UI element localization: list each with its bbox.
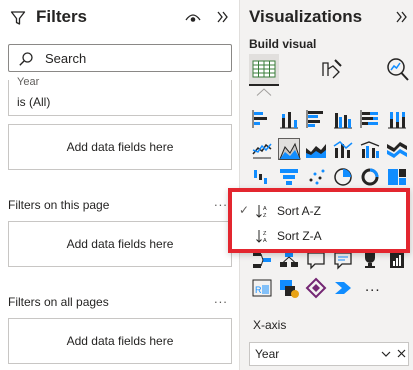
add-data-fields-label: Add data fields here	[66, 334, 174, 348]
chevron-down-icon[interactable]	[381, 350, 391, 358]
svg-text:A: A	[263, 206, 267, 212]
svg-text:Z: Z	[263, 231, 267, 237]
sort-a-z-label: Sort A-Z	[277, 204, 322, 218]
sort-a-z-menu-item[interactable]: ✓ A Z Sort A-Z	[232, 199, 406, 223]
format-visual-tab[interactable]	[317, 54, 347, 84]
checkmark-icon: ✓	[239, 203, 250, 217]
xaxis-year-field[interactable]: Year	[249, 342, 409, 366]
funnel-chart-icon[interactable]	[278, 166, 300, 188]
analytics-tab[interactable]	[381, 54, 411, 84]
100-stacked-column-chart-icon[interactable]	[386, 108, 408, 130]
line-and-clustered-column-icon[interactable]	[359, 138, 381, 160]
sort-context-menu: ✓ A Z Sort A-Z Z A Sort Z-A	[228, 188, 410, 253]
build-visual-label: Build visual	[249, 37, 317, 51]
donut-chart-icon[interactable]	[359, 166, 381, 188]
add-data-fields-label: Add data fields here	[66, 140, 174, 154]
table-fields-icon	[252, 60, 276, 78]
100-stacked-bar-chart-icon[interactable]	[359, 108, 381, 130]
filter-funnel-icon	[10, 11, 26, 25]
svg-text:Z: Z	[263, 213, 267, 218]
visibility-eye-icon[interactable]	[185, 12, 201, 24]
page-filters-more-button[interactable]: ...	[214, 194, 228, 209]
filters-on-this-page-label: Filters on this page	[8, 198, 110, 212]
sort-z-a-menu-item[interactable]: Z A Sort Z-A	[232, 224, 406, 248]
all-pages-filters-more-button[interactable]: ...	[214, 291, 228, 306]
add-data-fields-visual[interactable]: Add data fields here	[8, 124, 232, 170]
year-filter-card[interactable]: Year is (All)	[8, 76, 232, 116]
filters-header: Filters	[0, 0, 239, 36]
caret-up-icon	[256, 88, 272, 96]
r-visual-icon[interactable]: R	[251, 277, 273, 299]
xaxis-field-name: Year	[255, 347, 280, 361]
collapse-filters-icon[interactable]	[216, 10, 230, 24]
clustered-column-chart-icon[interactable]	[332, 108, 354, 130]
visualizations-pane: Visualizations Build visual R ... X-axis…	[240, 0, 413, 370]
sort-descending-icon: Z A	[256, 230, 267, 243]
filters-title: Filters	[36, 7, 88, 26]
sort-ascending-icon: A Z	[256, 205, 267, 218]
close-icon[interactable]	[397, 349, 406, 358]
sort-z-a-label: Sort Z-A	[277, 229, 322, 243]
pie-chart-icon[interactable]	[332, 166, 354, 188]
collapse-visualizations-icon[interactable]	[395, 10, 409, 24]
power-apps-icon[interactable]	[305, 277, 327, 299]
stacked-bar-chart-icon[interactable]	[251, 108, 273, 130]
filters-on-all-pages-label: Filters on all pages	[8, 295, 109, 309]
format-brush-icon	[322, 59, 342, 79]
clustered-bar-chart-icon[interactable]	[305, 108, 327, 130]
xaxis-well-label: X-axis	[253, 318, 287, 332]
search-input[interactable]	[45, 48, 225, 68]
add-data-fields-all-pages[interactable]: Add data fields here	[8, 318, 232, 364]
treemap-icon[interactable]	[386, 166, 408, 188]
svg-text:R: R	[255, 285, 262, 295]
search-icon	[19, 52, 33, 66]
stacked-area-chart-icon[interactable]	[305, 138, 327, 160]
analytics-magnifier-icon	[387, 58, 409, 81]
power-automate-flow-icon[interactable]	[332, 277, 354, 299]
more-visuals-button[interactable]: ...	[365, 278, 381, 295]
power-automate-icon[interactable]	[278, 277, 300, 299]
scatter-chart-icon[interactable]	[305, 166, 327, 188]
line-chart-icon[interactable]	[251, 138, 273, 160]
add-data-fields-label: Add data fields here	[66, 237, 174, 251]
year-filter-field: Year	[17, 76, 40, 88]
add-data-fields-page[interactable]: Add data fields here	[8, 221, 232, 267]
stacked-column-chart-icon[interactable]	[278, 108, 300, 130]
waterfall-chart-icon[interactable]	[251, 166, 273, 188]
line-and-stacked-column-icon[interactable]	[332, 138, 354, 160]
svg-text:A: A	[263, 238, 267, 243]
visualizations-title: Visualizations	[249, 7, 363, 26]
area-chart-icon-selected[interactable]	[278, 138, 301, 160]
ribbon-chart-icon[interactable]	[386, 138, 408, 160]
filters-search-box[interactable]	[8, 44, 232, 72]
build-visual-tab[interactable]	[249, 54, 279, 84]
filters-pane: Filters Year is (All) Add data fields he…	[0, 0, 239, 370]
active-tab-indicator	[249, 84, 279, 86]
year-filter-value: is (All)	[17, 95, 51, 109]
